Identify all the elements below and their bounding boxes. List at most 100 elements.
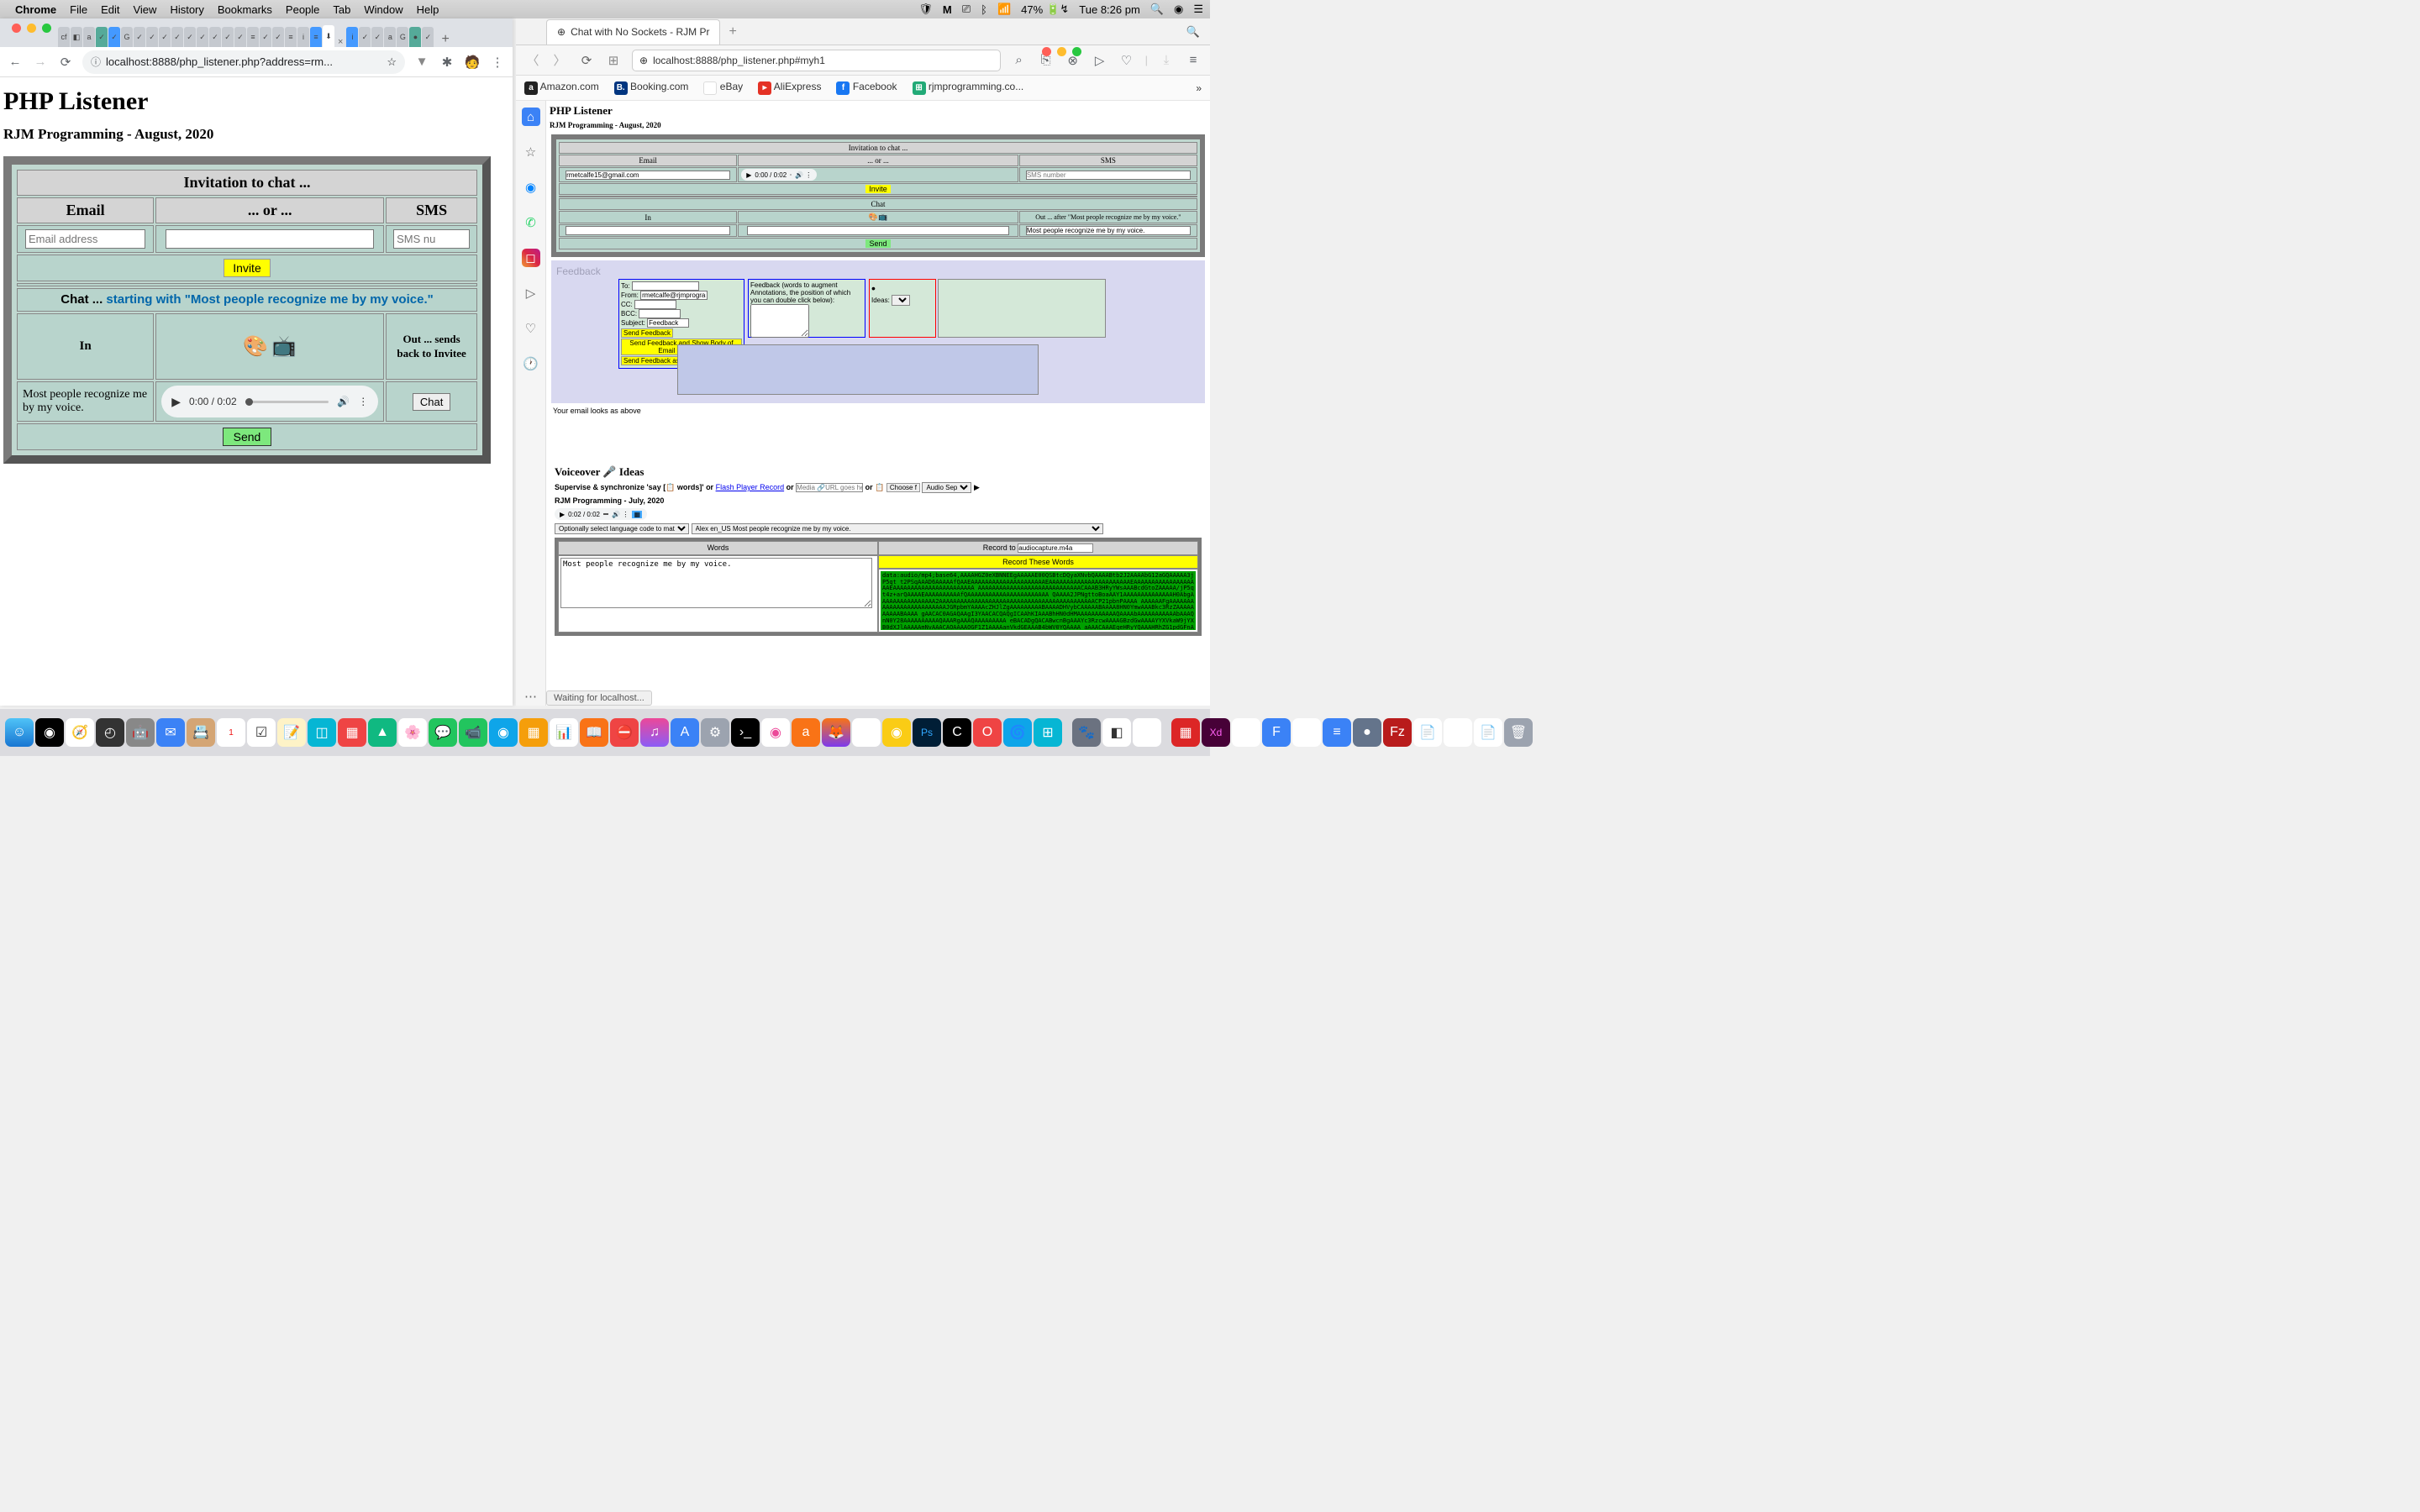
grid-icon[interactable]: ⊞ [605,53,622,68]
back-button[interactable]: 〈 [524,51,541,69]
menu-view[interactable]: View [133,3,156,16]
vo-voice-select[interactable]: Alex en_US Most people recognize me by m… [692,523,1103,534]
middle-input[interactable] [166,229,374,249]
chrome-tab[interactable]: ✓ [197,27,208,47]
chrome-tab[interactable]: ✓ [209,27,221,47]
chrome-tab[interactable]: ✓ [184,27,196,47]
fb-bcc-input[interactable] [639,309,681,318]
menu-icon[interactable]: ≡ [1185,53,1202,67]
tv-icon[interactable]: 📺 [878,213,887,221]
favs-overflow-icon[interactable]: » [1196,82,1202,94]
close-button[interactable] [1042,47,1051,56]
sidebar-home-icon[interactable]: ⌂ [522,108,540,126]
chrome-tab[interactable]: ≡ [247,27,259,47]
send-button[interactable]: Send [223,428,272,446]
app-name[interactable]: Chrome [15,3,56,16]
dock-photoshop-icon[interactable]: Ps [913,718,941,747]
menu-edit[interactable]: Edit [101,3,119,16]
dock-finder-icon[interactable]: ☺ [5,718,34,747]
audio-player[interactable]: ▶0:00 / 0:02🔊 ⋮ [741,169,817,181]
dock-trash-icon[interactable]: 🗑 [1504,718,1533,747]
reload-button[interactable]: ⟳ [57,55,74,70]
sidebar-more-icon[interactable]: ⋯ [522,687,540,706]
menu-icon[interactable]: ⋮ [489,55,506,70]
download-icon[interactable]: ⤓ [1158,53,1175,67]
dock-terminal-icon[interactable]: ›_ [731,718,760,747]
invite-button[interactable]: Invite [865,185,891,193]
dock-app-icon[interactable]: C [943,718,971,747]
dock-photos-icon[interactable]: 🌸 [398,718,427,747]
dock-app-icon[interactable]: 📊 [550,718,578,747]
dock-app-icon[interactable]: 🌀 [1003,718,1032,747]
reload-button[interactable]: ⟳ [578,53,595,68]
volume-icon[interactable]: 🔊 [337,396,350,407]
dock-app-icon[interactable]: ▦ [1292,718,1321,747]
chrome-tab-active[interactable]: ⬇ [323,25,334,47]
dock-app-icon[interactable]: ● [1353,718,1381,747]
extensions-icon[interactable]: ✱ [439,55,455,70]
chrome-tab[interactable]: G [397,27,408,47]
dock-notes-icon[interactable]: 📝 [277,718,306,747]
chrome-tab[interactable]: i [297,27,309,47]
status-list-icon[interactable]: ☰ [1193,3,1203,16]
dock-safari-icon[interactable]: 🧭 [66,718,94,747]
fb-cc-input[interactable] [634,300,676,309]
dock-app-icon[interactable]: ⛔ [610,718,639,747]
fav-amazon[interactable]: a Amazon.com [524,81,599,95]
tab-close-icon[interactable]: × [335,37,345,47]
dock-mail-icon[interactable]: ✉ [156,718,185,747]
star-icon[interactable]: ☆ [387,55,397,69]
fav-aliexpress[interactable]: ▸ AliExpress [758,81,821,95]
dock-facetime-icon[interactable]: 📹 [459,718,487,747]
record-filename-input[interactable] [1018,543,1093,553]
chrome-tab[interactable]: ✓ [108,27,120,47]
chrome-tab[interactable]: ✓ [272,27,284,47]
dock-app-icon[interactable]: ◧ [1102,718,1131,747]
dock-app-icon[interactable]: ⊞ [1133,718,1161,747]
search-tabs-icon[interactable]: 🔍 [1176,25,1210,39]
fb-to-input[interactable] [632,281,699,291]
chrome-tab[interactable]: G [121,27,133,47]
fav-booking[interactable]: B. Booking.com [614,81,689,95]
menu-people[interactable]: People [286,3,319,16]
fav-facebook[interactable]: f Facebook [836,81,897,95]
play-icon[interactable]: ▶ [746,171,751,179]
new-tab-button[interactable]: + [434,32,455,47]
audio-player[interactable]: ▶ 0:00 / 0:02 🔊 ⋮ [161,386,378,417]
dock-app-icon[interactable]: a [792,718,820,747]
dock-app-icon[interactable]: ◉ [882,718,911,747]
invite-button[interactable]: Invite [224,259,270,277]
chrome-tab[interactable]: ● [409,27,421,47]
status-wifi-icon[interactable]: 📶 [997,3,1011,16]
fb-send-button[interactable]: Send Feedback [621,328,673,338]
sidebar-history-icon[interactable]: 🕐 [522,354,540,373]
forward-button[interactable]: → [32,55,49,69]
play-icon[interactable]: ▶ [171,395,181,409]
dock-filezilla-icon[interactable]: Fz [1383,718,1412,747]
dock-itunes-icon[interactable]: ♫ [640,718,669,747]
dock-app-icon[interactable]: ▦ [338,718,366,747]
palette-icon[interactable]: 🎨 [243,335,268,358]
dock-app-icon[interactable]: ▦ [1171,718,1200,747]
vo-lang-select[interactable]: Optionally select language code to match… [555,523,689,534]
safari-tab-active[interactable]: ⊕ Chat with No Sockets - RJM Pr [546,19,720,45]
dock-app-icon[interactable]: ▦ [519,718,548,747]
dock-dashboard-icon[interactable]: ◴ [96,718,124,747]
fav-ebay[interactable]: 🛍 eBay [703,81,743,95]
chrome-tab[interactable]: ✓ [359,27,371,47]
chrome-tab[interactable]: ◧ [71,27,82,47]
chrome-tab[interactable]: ✓ [134,27,145,47]
choose-file-button[interactable]: Choose f [886,483,920,492]
chrome-tab[interactable]: ≡ [310,27,322,47]
dock-app-icon[interactable]: 📄 [1474,718,1502,747]
menu-tab[interactable]: Tab [333,3,350,16]
menu-history[interactable]: History [170,3,203,16]
dock-xd-icon[interactable]: Xd [1202,718,1230,747]
dock-app-icon[interactable]: 📄 [1413,718,1442,747]
in-input[interactable] [566,226,730,235]
chrome-tab[interactable]: ✓ [422,27,434,47]
mid-input[interactable] [747,226,1009,235]
site-info-icon[interactable]: ⓘ [91,55,101,69]
minimize-button[interactable] [1057,47,1066,56]
dock-app-icon[interactable]: ◉ [1232,718,1260,747]
